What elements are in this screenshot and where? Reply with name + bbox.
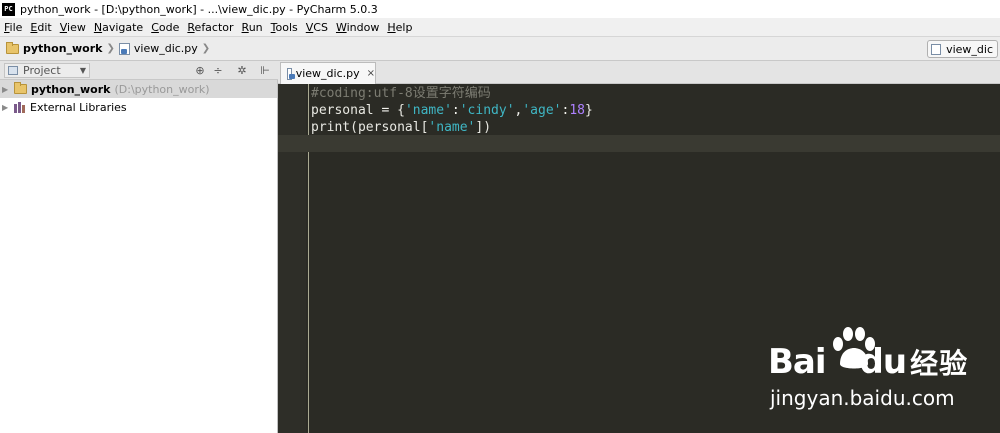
code-token: 'name' (428, 120, 476, 135)
collapse-all-icon[interactable]: ÷ (211, 64, 225, 77)
menu-run[interactable]: Run (238, 21, 267, 34)
folder-icon (6, 41, 19, 54)
code-token: #coding:utf-8设置字符编码 (311, 86, 491, 101)
menu-vcs[interactable]: VCS (302, 21, 332, 34)
hide-panel-icon[interactable]: ⊩ (258, 64, 272, 77)
tree-item-python-work[interactable]: ▶ python_work (D:\python_work) (0, 80, 277, 98)
python-file-icon (931, 43, 942, 55)
code-editor[interactable]: #coding:utf-8设置字符编码 personal = {'name':'c… (278, 84, 1000, 433)
code-token: } (584, 103, 593, 118)
tree-item-path: (D:\python_work) (114, 82, 210, 96)
code-line[interactable]: personal = {'name':'cindy','age':18} (311, 102, 593, 119)
navigation-bar: python_work ❯ view_dic.py ❯ view_dic (0, 37, 1000, 61)
scroll-from-source-icon[interactable]: ⊕ (193, 64, 207, 77)
menu-file[interactable]: File (0, 21, 26, 34)
pycharm-app-icon: PC (2, 2, 15, 16)
menu-navigate[interactable]: Navigate (90, 21, 147, 34)
code-token: (personal[ (350, 120, 429, 135)
menu-view[interactable]: View (56, 21, 90, 34)
title-bar: PC python_work - [D:\python_work] - ...\… (0, 0, 1000, 18)
expand-arrow-icon[interactable]: ▶ (2, 103, 14, 112)
watermark-url: jingyan.baidu.com (770, 386, 955, 410)
code-token: 'cindy' (459, 103, 515, 118)
baidu-jingyan-watermark: Bai du 经验 jingyan.baidu.com (768, 322, 968, 417)
code-text[interactable]: #coding:utf-8设置字符编码 personal = {'name':'c… (311, 85, 593, 136)
project-icon (8, 65, 18, 75)
tab-view-dic-py[interactable]: view_dic.py × (280, 62, 376, 84)
menu-help[interactable]: Help (383, 21, 416, 34)
current-line-highlight (278, 135, 1000, 152)
menu-window[interactable]: Window (332, 21, 383, 34)
window-title: python_work - [D:\python_work] - ...\vie… (20, 2, 378, 16)
menu-tools[interactable]: Tools (267, 21, 302, 34)
project-view-selector[interactable]: Project ▼ (4, 62, 90, 78)
code-token: 'name' (404, 103, 452, 118)
breadcrumb-file[interactable]: view_dic.py (118, 42, 198, 55)
code-token: ]) (475, 120, 492, 135)
project-tree: ▶ python_work (D:\python_work) ▶ Externa… (0, 80, 278, 433)
code-token: : (451, 103, 460, 118)
library-icon (14, 101, 26, 113)
run-configuration-selector[interactable]: view_dic (927, 40, 998, 58)
gear-icon[interactable]: ✲ (235, 64, 249, 77)
folder-icon (14, 82, 27, 94)
python-file-icon (118, 42, 130, 55)
breadcrumb-separator-icon: ❯ (201, 43, 211, 54)
tree-item-external-libraries[interactable]: ▶ External Libraries (0, 98, 277, 116)
code-token: { (389, 103, 405, 118)
code-token: 'age' (522, 103, 562, 118)
baidu-logo: Bai du 经验 (768, 342, 969, 382)
code-token: print (311, 120, 351, 135)
breadcrumb-separator-icon: ❯ (106, 43, 115, 54)
expand-arrow-icon[interactable]: ▶ (2, 85, 14, 94)
menu-code[interactable]: Code (147, 21, 183, 34)
project-panel-header: Project ▼ ⊕ ÷ ✲ ⊩ (0, 61, 278, 80)
python-file-icon (287, 67, 295, 80)
code-line[interactable]: print(personal['name']) (311, 119, 593, 136)
close-icon[interactable]: × (367, 68, 375, 79)
code-token: 18 (569, 103, 585, 118)
menu-bar: File Edit View Navigate Code Refactor Ru… (0, 18, 1000, 37)
code-token: personal (311, 103, 382, 118)
editor-tab-bar: view_dic.py × (278, 61, 1000, 84)
code-line[interactable]: #coding:utf-8设置字符编码 (311, 85, 593, 102)
baidu-paw-icon (833, 327, 875, 369)
menu-refactor[interactable]: Refactor (183, 21, 237, 34)
menu-edit[interactable]: Edit (26, 21, 55, 34)
chevron-down-icon: ▼ (79, 65, 86, 75)
breadcrumb-project[interactable]: python_work (6, 41, 102, 55)
